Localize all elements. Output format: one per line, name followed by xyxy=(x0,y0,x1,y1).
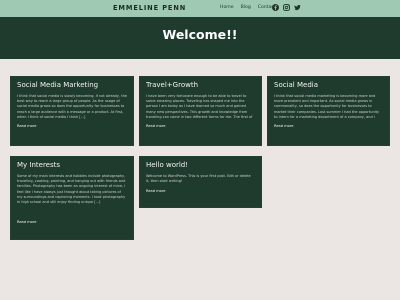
facebook-icon[interactable] xyxy=(272,4,279,11)
hero-banner: Welcome!! xyxy=(0,17,400,59)
nav-blog[interactable]: Blog xyxy=(241,5,251,10)
post-card: Social Media I think that social media m… xyxy=(267,76,390,146)
post-title[interactable]: Travel+Growth xyxy=(146,81,255,89)
instagram-icon[interactable] xyxy=(283,4,290,11)
post-card: Hello world! Welcome to WordPress. This … xyxy=(139,156,262,208)
post-card: Travel+Growth I have been very fortunate… xyxy=(139,76,262,146)
post-title[interactable]: Social Media Marketing xyxy=(17,81,127,89)
post-excerpt: I have been very fortunate enough to be … xyxy=(146,94,253,119)
post-excerpt: I think that social media marketing is b… xyxy=(274,94,380,119)
post-card: My Interests Some of my main interests a… xyxy=(10,156,134,240)
read-more-link[interactable]: Read more xyxy=(274,124,383,128)
site-title[interactable]: EMMELINE PENN xyxy=(113,4,186,12)
post-excerpt: Some of my main interests and hobbies in… xyxy=(17,174,126,205)
read-more-link[interactable]: Read more xyxy=(17,220,127,224)
post-title[interactable]: My Interests xyxy=(17,161,127,169)
social-links xyxy=(272,4,301,11)
read-more-link[interactable]: Read more xyxy=(146,124,255,128)
post-title[interactable]: Hello world! xyxy=(146,161,255,169)
post-title[interactable]: Social Media xyxy=(274,81,383,89)
read-more-link[interactable]: Read more xyxy=(17,124,127,128)
read-more-link[interactable]: Read more xyxy=(146,189,255,193)
nav-home[interactable]: Home xyxy=(220,5,234,10)
primary-nav: Home Blog Contact xyxy=(220,5,276,10)
post-card: Social Media Marketing I think that soci… xyxy=(10,76,134,146)
post-excerpt: I think that social media is slowly beco… xyxy=(17,94,127,119)
twitter-icon[interactable] xyxy=(294,4,301,11)
post-excerpt: Welcome to WordPress. This is your first… xyxy=(146,174,251,184)
page-title: Welcome!! xyxy=(162,27,238,42)
site-header: EMMELINE PENN Home Blog Contact xyxy=(0,0,400,17)
